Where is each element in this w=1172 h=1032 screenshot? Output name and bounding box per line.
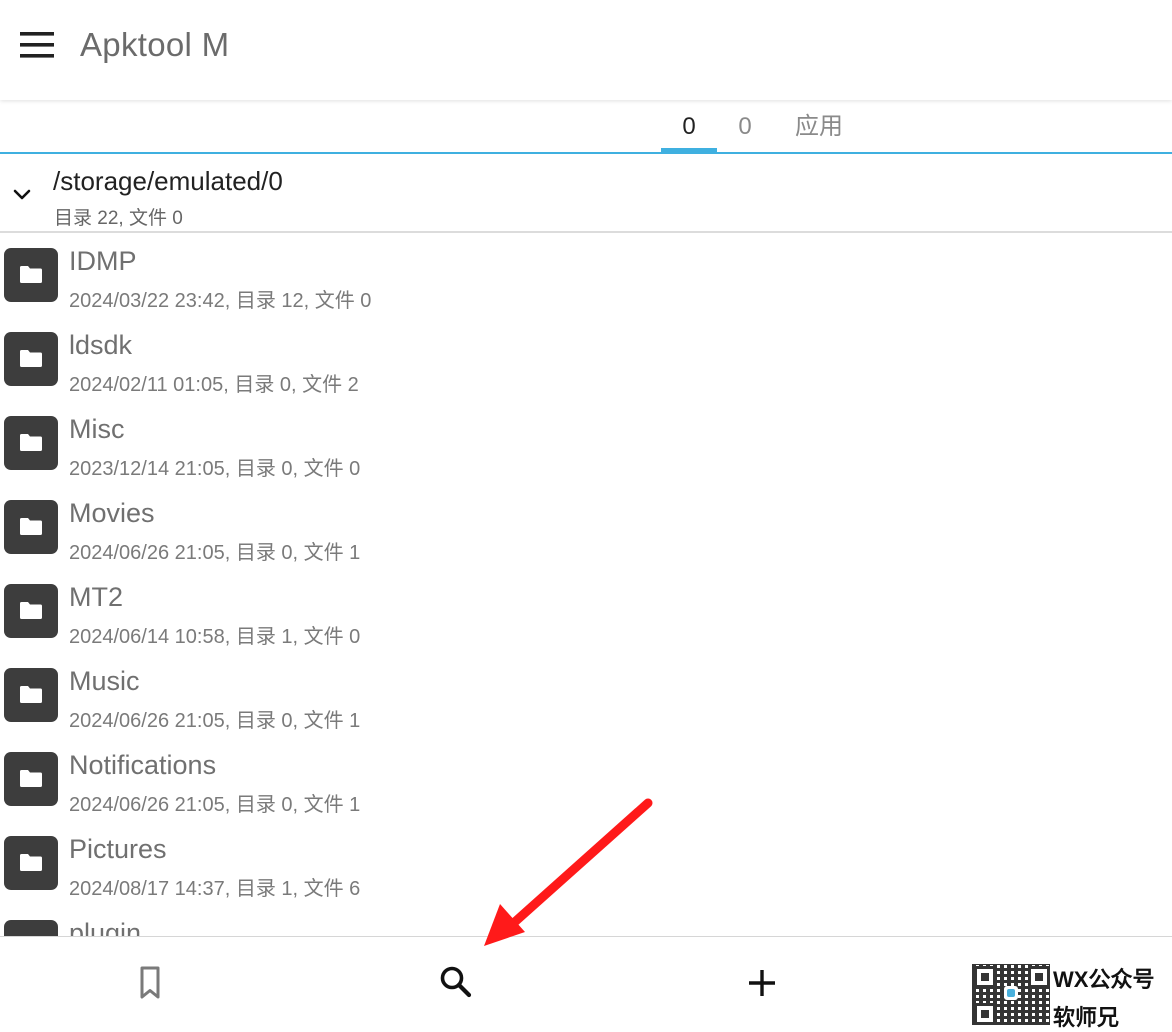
folder-icon xyxy=(4,836,58,890)
item-meta: 2024/03/22 23:42, 目录 12, 文件 0 xyxy=(69,290,372,312)
folder-icon xyxy=(4,248,58,302)
folder-icon xyxy=(4,920,58,936)
current-path-header[interactable]: /storage/emulated/0 目录 22, 文件 0 xyxy=(0,156,1172,233)
list-item[interactable]: ldsdk 2024/02/11 01:05, 目录 0, 文件 2 xyxy=(0,318,1172,402)
folder-icon xyxy=(4,668,58,722)
current-path-summary: 目录 22, 文件 0 xyxy=(54,208,183,229)
item-meta: 2024/02/11 01:05, 目录 0, 文件 2 xyxy=(69,374,359,396)
app-title: Apktool M xyxy=(80,26,230,63)
item-meta: 2024/08/17 14:37, 目录 1, 文件 6 xyxy=(69,878,361,900)
search-icon[interactable] xyxy=(436,963,476,1003)
tab-selected-indicator xyxy=(661,148,717,154)
bookmark-icon[interactable] xyxy=(134,963,174,1003)
list-item[interactable]: plugin xyxy=(0,906,1172,936)
item-meta: 2024/06/26 21:05, 目录 0, 文件 1 xyxy=(69,542,361,564)
item-name: ldsdk xyxy=(69,330,133,360)
list-item[interactable]: Misc 2023/12/14 21:05, 目录 0, 文件 0 xyxy=(0,402,1172,486)
tab-first[interactable]: 0 xyxy=(661,100,717,152)
list-item[interactable]: Movies 2024/06/26 21:05, 目录 0, 文件 1 xyxy=(0,486,1172,570)
item-meta: 2024/06/26 21:05, 目录 0, 文件 1 xyxy=(69,794,361,816)
list-item[interactable]: MT2 2024/06/14 10:58, 目录 1, 文件 0 xyxy=(0,570,1172,654)
app-bar: Apktool M xyxy=(0,0,1172,100)
chevron-down-icon[interactable] xyxy=(10,182,34,206)
list-item[interactable]: Music 2024/06/26 21:05, 目录 0, 文件 1 xyxy=(0,654,1172,738)
item-meta: 2023/12/14 21:05, 目录 0, 文件 0 xyxy=(69,458,361,480)
item-name: Notifications xyxy=(69,750,217,780)
item-name: MT2 xyxy=(69,582,123,612)
folder-icon xyxy=(4,416,58,470)
list-item[interactable]: Pictures 2024/08/17 14:37, 目录 1, 文件 6 xyxy=(0,822,1172,906)
item-name: Music xyxy=(69,666,140,696)
item-name: Movies xyxy=(69,498,155,528)
current-path: /storage/emulated/0 xyxy=(53,166,283,196)
watermark-label: WX公众号 xyxy=(1053,967,1155,992)
folder-icon xyxy=(4,500,58,554)
tab-bar: 0 0 应用 xyxy=(0,100,1172,154)
folder-icon xyxy=(4,332,58,386)
item-meta: 2024/06/14 10:58, 目录 1, 文件 0 xyxy=(69,626,361,648)
watermark-qr-code xyxy=(972,964,1050,1025)
file-list: IDMP 2024/03/22 23:42, 目录 12, 文件 0 ldsdk… xyxy=(0,234,1172,936)
tab-apps[interactable]: 应用 xyxy=(778,100,860,152)
watermark-name: 软师兄 xyxy=(1053,1005,1120,1030)
list-item[interactable]: Notifications 2024/06/26 21:05, 目录 0, 文件… xyxy=(0,738,1172,822)
folder-icon xyxy=(4,752,58,806)
hamburger-menu-icon[interactable] xyxy=(20,32,54,58)
item-name: Misc xyxy=(69,414,125,444)
item-meta: 2024/06/26 21:05, 目录 0, 文件 1 xyxy=(69,710,361,732)
add-icon[interactable] xyxy=(742,963,782,1003)
item-name: plugin xyxy=(69,918,142,936)
item-name: Pictures xyxy=(69,834,167,864)
folder-icon xyxy=(4,584,58,638)
tab-second[interactable]: 0 xyxy=(717,100,773,152)
item-name: IDMP xyxy=(69,246,137,276)
list-item[interactable]: IDMP 2024/03/22 23:42, 目录 12, 文件 0 xyxy=(0,234,1172,318)
